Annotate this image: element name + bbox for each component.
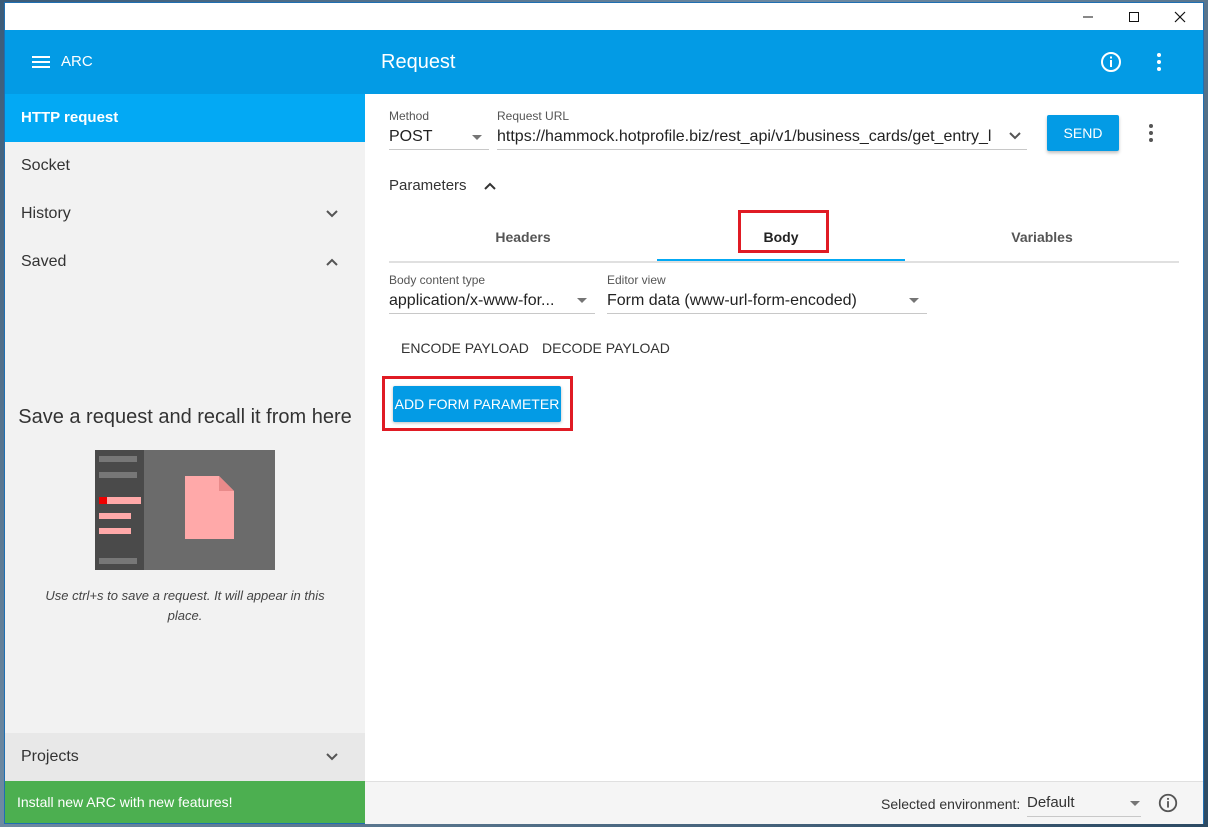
sidebar-item-history[interactable]: History — [5, 190, 365, 238]
environment-label: Selected environment: — [881, 796, 1021, 812]
editor-view-label: Editor view — [607, 273, 666, 287]
sidebar-item-label: Projects — [21, 748, 79, 765]
encode-payload-button[interactable]: ENCODE PAYLOAD — [401, 340, 529, 356]
sidebar-header: ARC — [5, 30, 365, 94]
app-title: ARC — [61, 53, 93, 70]
title-bar — [5, 3, 1203, 30]
send-button[interactable]: SEND — [1047, 115, 1119, 151]
chevron-down-icon[interactable] — [1008, 130, 1022, 142]
url-input[interactable]: https://hammock.hotprofile.biz/rest_api/… — [497, 128, 1003, 146]
maximize-button[interactable] — [1111, 3, 1157, 30]
chevron-up-icon[interactable] — [483, 179, 497, 193]
tab-indicator — [657, 259, 905, 261]
more-vert-icon[interactable] — [1139, 121, 1163, 145]
info-icon[interactable] — [1099, 50, 1123, 74]
close-icon — [1174, 11, 1186, 22]
editor-view-select[interactable]: Form data (www-url-form-encoded) — [607, 292, 897, 310]
tab-headers[interactable]: Headers — [389, 213, 657, 261]
dropdown-arrow-icon[interactable] — [1130, 801, 1140, 806]
sidebar-item-saved[interactable]: Saved — [5, 238, 365, 286]
more-vert-icon[interactable] — [1147, 50, 1171, 74]
sidebar-item-label: Socket — [21, 157, 70, 174]
install-banner-text: Install new ARC with new features! — [17, 794, 233, 810]
app-window: ARC HTTP request Socket History Saved Sa… — [5, 3, 1203, 824]
environment-select[interactable]: Default — [1027, 794, 1075, 811]
main-panel: Request Method POST Request URL https://… — [365, 30, 1203, 824]
empty-state-title: Save a request and recall it from here — [18, 406, 352, 428]
close-button[interactable] — [1157, 3, 1203, 30]
decode-payload-button[interactable]: DECODE PAYLOAD — [542, 340, 670, 356]
method-label: Method — [389, 109, 430, 123]
tab-variables[interactable]: Variables — [905, 213, 1179, 261]
url-label: Request URL — [497, 109, 570, 123]
install-banner[interactable]: Install new ARC with new features! — [5, 781, 365, 823]
maximize-icon — [1129, 11, 1139, 22]
chevron-down-icon[interactable] — [325, 207, 339, 221]
minimize-icon — [1083, 16, 1093, 17]
sidebar-item-projects[interactable]: Projects — [5, 733, 365, 781]
sidebar: ARC HTTP request Socket History Saved Sa… — [5, 30, 365, 823]
highlight-box — [738, 210, 829, 253]
empty-state-hint: Use ctrl+s to save a request. It will ap… — [45, 588, 325, 623]
highlight-box — [382, 376, 573, 431]
dropdown-arrow-icon[interactable] — [472, 135, 482, 140]
sidebar-item-socket[interactable]: Socket — [5, 142, 365, 190]
body-content-type-select[interactable]: application/x-www-for... — [389, 292, 569, 310]
body-content-type-label: Body content type — [389, 273, 486, 287]
sidebar-item-label: HTTP request — [21, 109, 119, 126]
dropdown-arrow-icon[interactable] — [577, 298, 587, 303]
info-icon[interactable] — [1157, 792, 1179, 814]
chevron-up-icon[interactable] — [325, 255, 339, 269]
method-select[interactable]: POST — [389, 128, 433, 146]
main-header: Request — [365, 30, 1203, 94]
sidebar-item-http-request[interactable]: HTTP request — [5, 94, 365, 142]
sidebar-item-label: Saved — [21, 253, 67, 270]
footer-bar: Selected environment: Default — [365, 781, 1203, 824]
dropdown-arrow-icon[interactable] — [909, 298, 919, 303]
minimize-button[interactable] — [1065, 3, 1111, 30]
chevron-down-icon[interactable] — [325, 750, 339, 764]
menu-icon[interactable] — [31, 52, 51, 72]
page-title: Request — [381, 51, 456, 73]
sidebar-item-label: History — [21, 205, 71, 222]
parameters-toggle[interactable]: Parameters — [389, 177, 467, 194]
saved-illustration — [95, 450, 275, 570]
